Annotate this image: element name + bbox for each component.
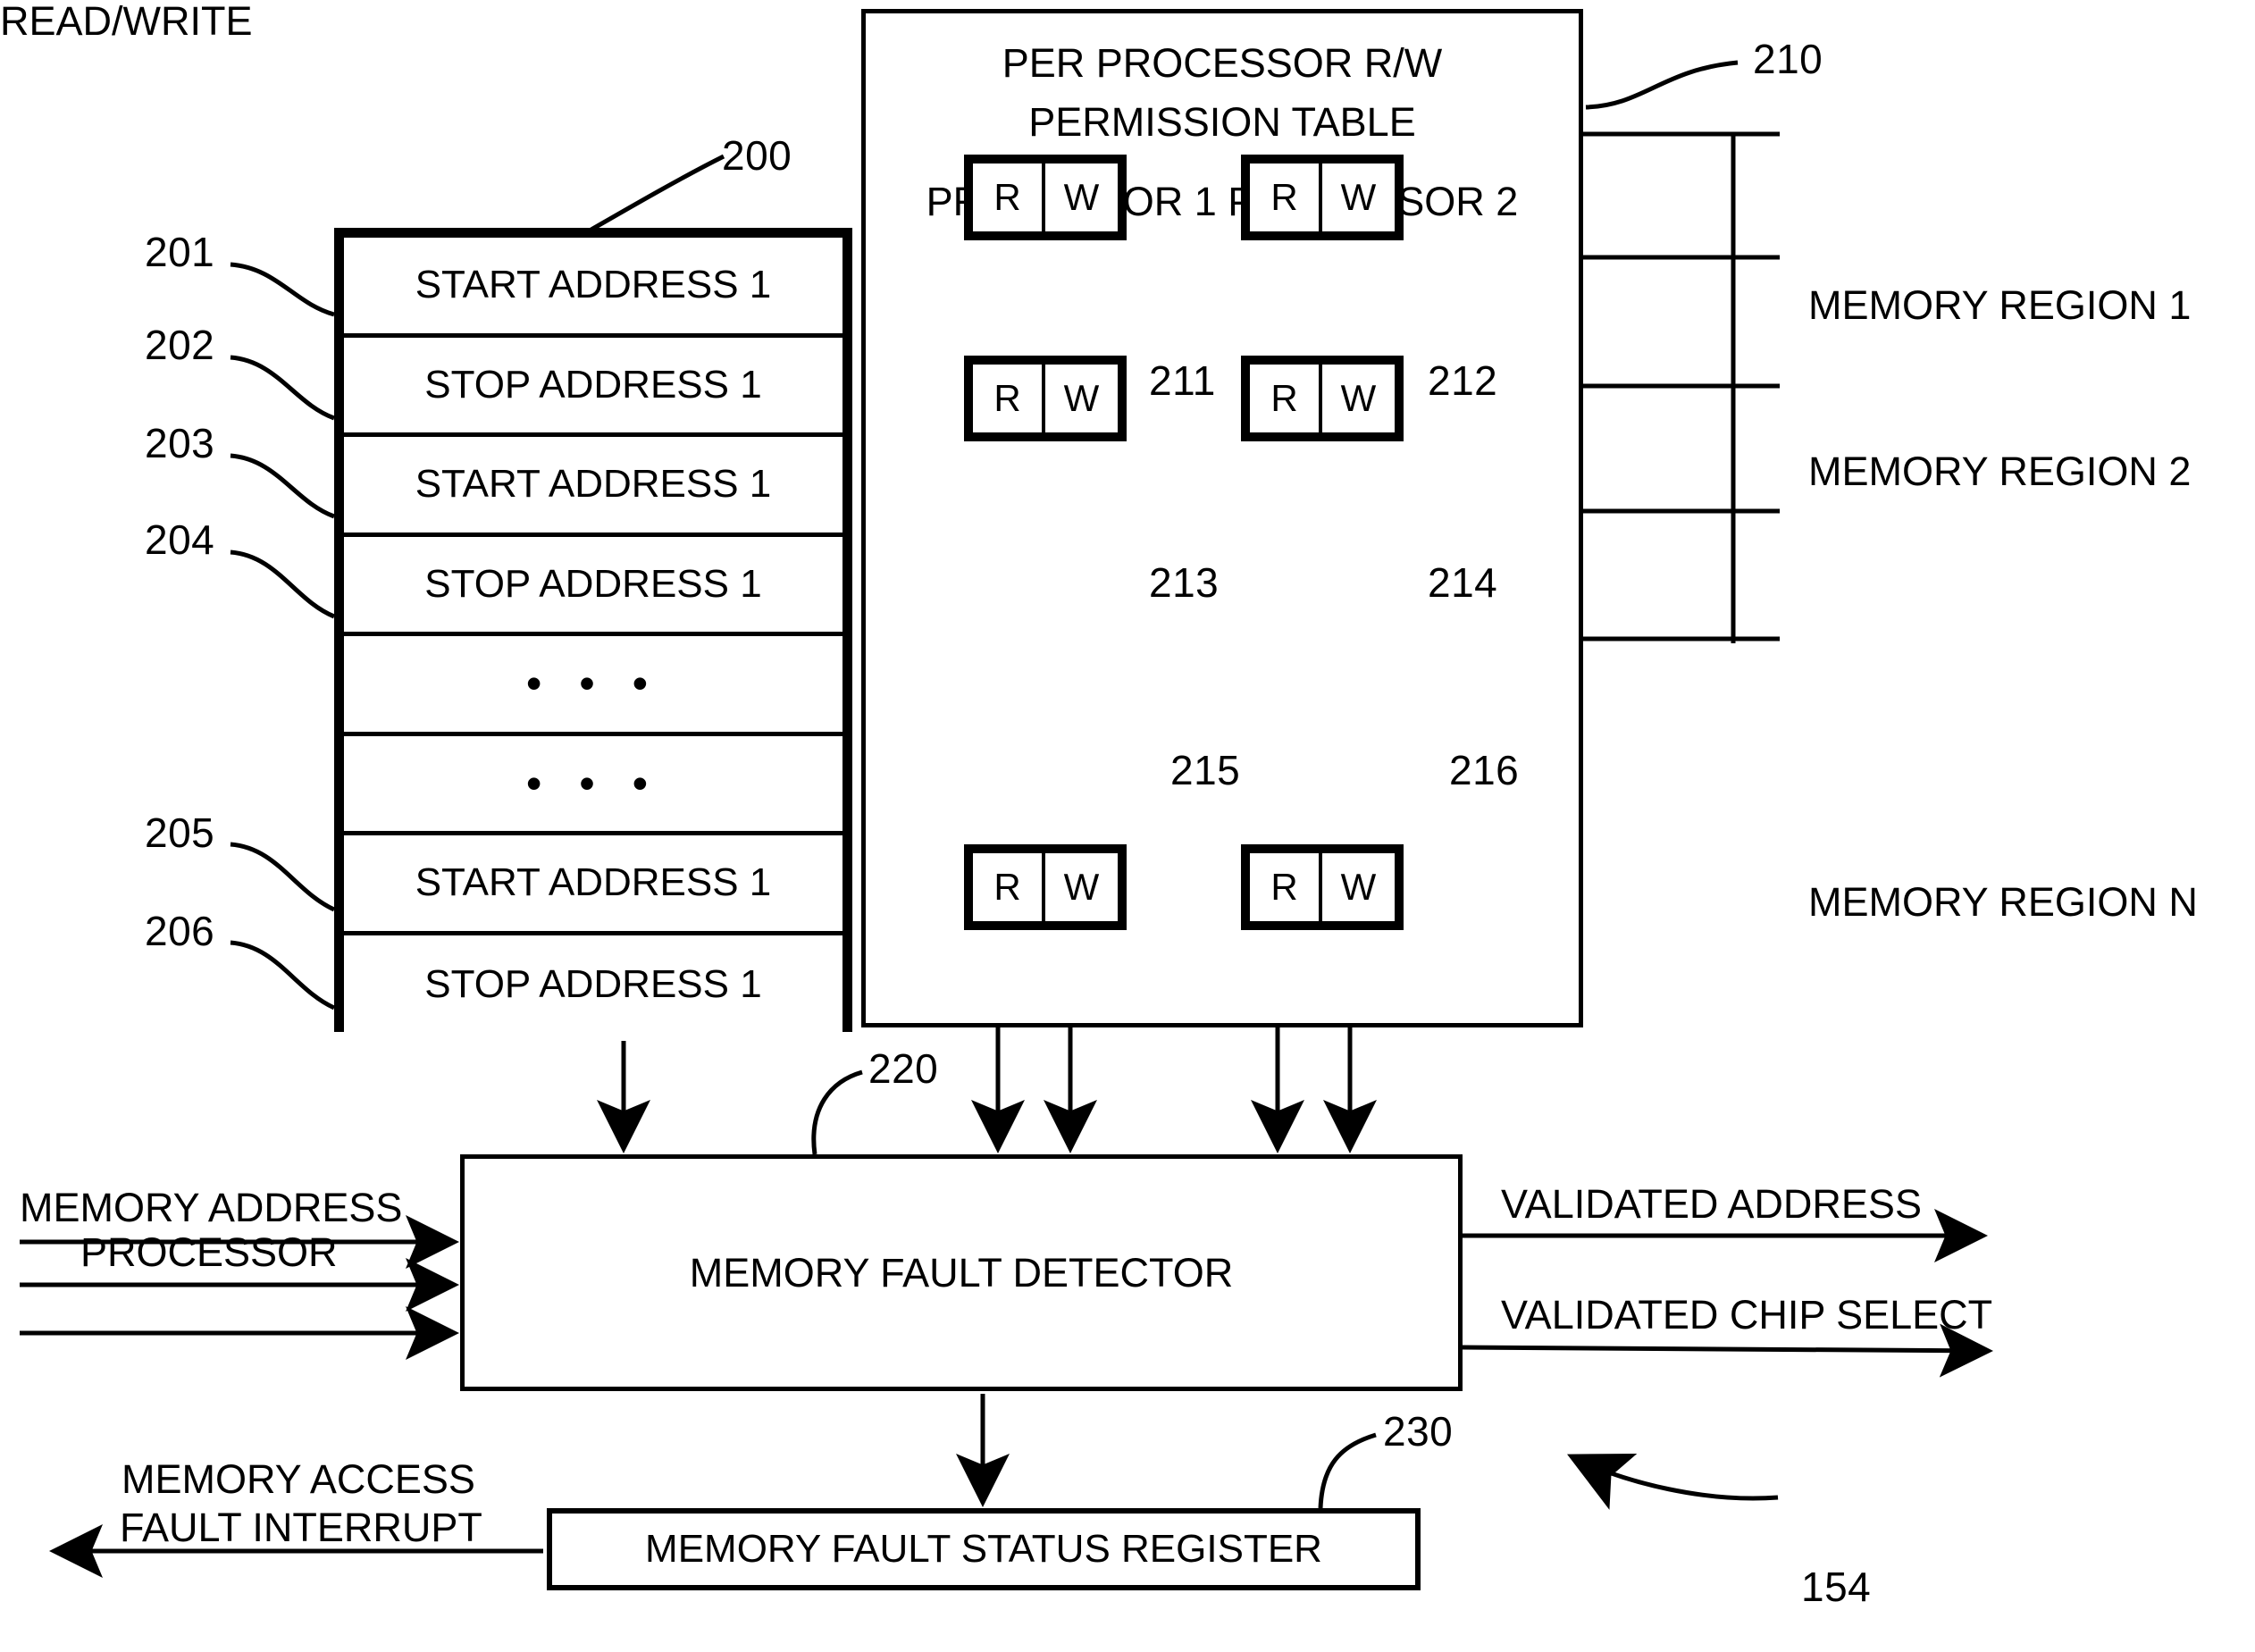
write-permission-flag[interactable]: W (1045, 365, 1118, 432)
rw-cell-212[interactable]: R W (1241, 155, 1404, 240)
ellipsis-dots: • • • (525, 658, 661, 709)
table-row-ellipsis: • • • (344, 735, 842, 835)
memory-fault-status-register-label: MEMORY FAULT STATUS REGISTER (645, 1527, 1322, 1571)
leader-206 (230, 940, 336, 1010)
memory-fault-status-register-block[interactable]: MEMORY FAULT STATUS REGISTER (547, 1508, 1421, 1590)
ref-numeral-214: 214 (1428, 559, 1498, 606)
write-permission-flag[interactable]: W (1045, 164, 1118, 231)
memory-region-2-label: MEMORY REGION 2 (1808, 449, 2192, 494)
rw-cell-211[interactable]: R W (964, 155, 1127, 240)
leader-210 (1585, 60, 1739, 110)
read-permission-flag[interactable]: R (1250, 853, 1322, 921)
address-row-label: STOP ADDRESS 1 (424, 362, 762, 407)
interrupt-label-line2: FAULT INTERRUPT (120, 1505, 482, 1550)
address-row-label: START ADDRESS 1 (415, 860, 772, 905)
address-range-table: START ADDRESS 1 STOP ADDRESS 1 START ADD… (334, 228, 852, 1035)
leader-230 (1318, 1432, 1377, 1509)
output-label-validated-address: VALIDATED ADDRESS (1501, 1181, 1922, 1227)
write-permission-flag[interactable]: W (1322, 164, 1395, 231)
interrupt-label-line1: MEMORY ACCESS (122, 1456, 475, 1502)
read-permission-flag[interactable]: R (973, 365, 1045, 432)
ref-numeral-200: 200 (722, 132, 792, 179)
leader-203 (230, 453, 335, 519)
table-row-ellipsis: • • • (344, 636, 842, 736)
permission-table-title: PER PROCESSOR R/W PERMISSION TABLE (866, 40, 1579, 146)
ref-numeral-212: 212 (1428, 357, 1498, 404)
output-label-validated-chip-select: VALIDATED CHIP SELECT (1501, 1292, 1993, 1338)
rw-cell-215[interactable]: R W (964, 844, 1127, 930)
memory-region-1-label: MEMORY REGION 1 (1808, 282, 2192, 328)
write-permission-flag[interactable]: W (1322, 365, 1395, 432)
ref-numeral-202: 202 (145, 322, 215, 368)
read-permission-flag[interactable]: R (1250, 365, 1322, 432)
input-label-memory-address: MEMORY ADDRESS (20, 1185, 403, 1230)
input-label-read-write: READ/WRITE (0, 0, 253, 44)
table-row[interactable]: START ADDRESS 1 (344, 835, 842, 935)
leader-204 (230, 549, 335, 619)
per-processor-rw-permission-table: PER PROCESSOR R/W PERMISSION TABLE PROCE… (861, 9, 1583, 1027)
address-row-label: STOP ADDRESS 1 (424, 561, 762, 606)
table-row[interactable]: START ADDRESS 1 (344, 238, 842, 338)
ref-numeral-203: 203 (145, 420, 215, 466)
table-row[interactable]: STOP ADDRESS 1 (344, 337, 842, 437)
write-permission-flag[interactable]: W (1045, 853, 1118, 921)
leader-202 (230, 355, 335, 421)
memory-fault-detector-label: MEMORY FAULT DETECTOR (689, 1249, 1234, 1296)
ref-numeral-216: 216 (1449, 747, 1520, 793)
leader-220 (811, 1069, 863, 1155)
rw-cell-214[interactable]: R W (1241, 356, 1404, 441)
ref-numeral-213: 213 (1149, 559, 1220, 606)
address-row-label: STOP ADDRESS 1 (424, 962, 762, 1007)
table-row[interactable]: START ADDRESS 1 (344, 437, 842, 537)
rw-cell-216[interactable]: R W (1241, 844, 1404, 930)
table-row[interactable]: STOP ADDRESS 1 (344, 935, 842, 1035)
patent-figure-canvas: START ADDRESS 1 STOP ADDRESS 1 START ADD… (0, 0, 2255, 1652)
ref-numeral-215: 215 (1170, 747, 1241, 793)
ellipsis-dots: • • • (525, 758, 661, 809)
permission-table-title-line1: PER PROCESSOR R/W (1002, 40, 1443, 86)
ref-numeral-220: 220 (868, 1045, 939, 1092)
write-permission-flag[interactable]: W (1322, 853, 1395, 921)
leader-201 (230, 262, 335, 317)
ref-numeral-230: 230 (1383, 1408, 1454, 1455)
ref-numeral-211: 211 (1149, 357, 1216, 404)
read-permission-flag[interactable]: R (1250, 164, 1322, 231)
address-row-label: START ADDRESS 1 (415, 462, 772, 507)
ref-numeral-206: 206 (145, 908, 215, 954)
ref-numeral-201: 201 (145, 229, 215, 275)
leader-154 (1567, 1454, 1779, 1510)
address-row-label: START ADDRESS 1 (415, 263, 772, 307)
permission-table-title-line2: PERMISSION TABLE (1028, 99, 1416, 145)
ref-numeral-154: 154 (1801, 1564, 1872, 1610)
arrow-validated-chip-select-out (1462, 1323, 1993, 1378)
table-row[interactable]: STOP ADDRESS 1 (344, 536, 842, 636)
leader-205 (230, 842, 336, 912)
ref-numeral-205: 205 (145, 809, 215, 856)
memory-fault-detector-block[interactable]: MEMORY FAULT DETECTOR (460, 1154, 1463, 1391)
read-permission-flag[interactable]: R (973, 164, 1045, 231)
read-permission-flag[interactable]: R (973, 853, 1045, 921)
rw-cell-213[interactable]: R W (964, 356, 1127, 441)
ref-numeral-210: 210 (1753, 36, 1823, 82)
ref-numeral-204: 204 (145, 516, 215, 563)
leader-200 (588, 154, 725, 233)
input-label-processor: PROCESSOR (80, 1229, 338, 1275)
memory-region-n-label: MEMORY REGION N (1808, 879, 2198, 925)
